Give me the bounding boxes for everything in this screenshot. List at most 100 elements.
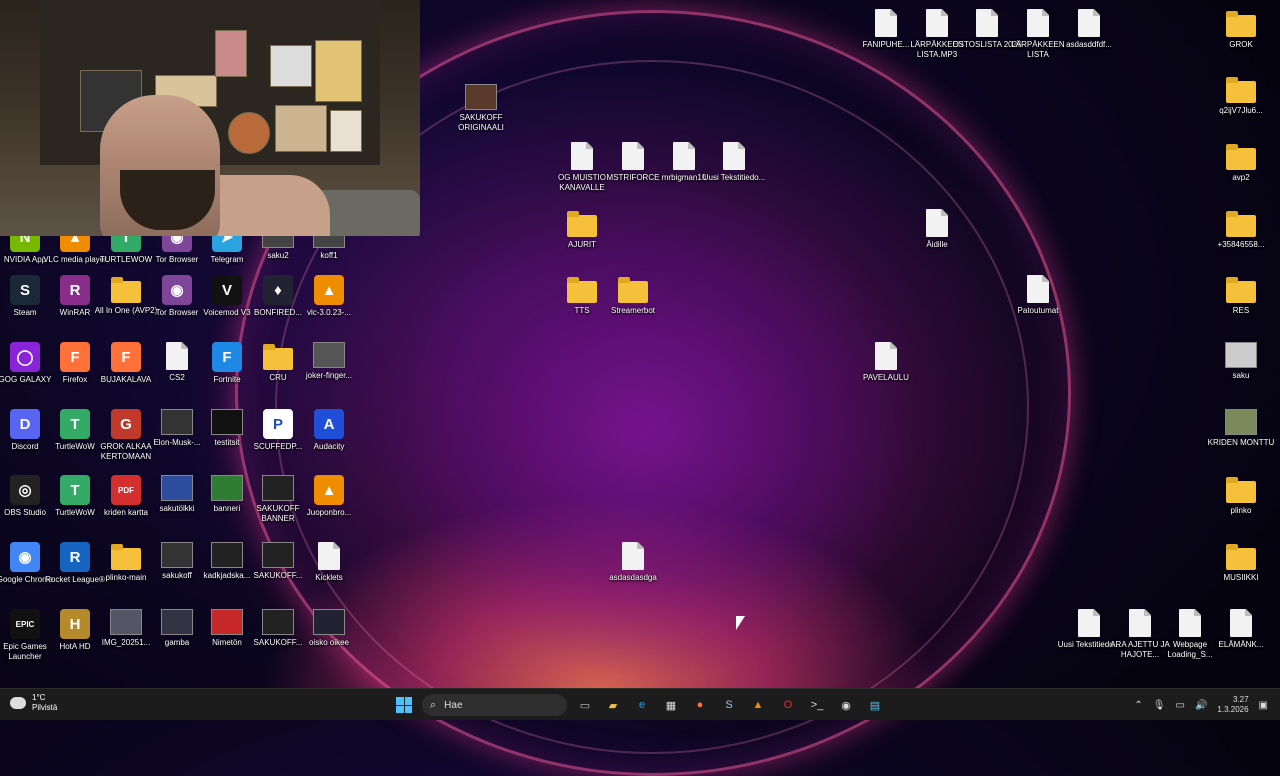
app-icon: A — [314, 409, 344, 439]
desktop-icon-label: Uusi Tekstitiedo... — [702, 173, 766, 182]
desktop-icon-label: Audacity — [313, 442, 345, 451]
desktop-icon[interactable]: +35846558... — [1216, 209, 1266, 250]
clock-time: 3.27 — [1232, 695, 1249, 704]
folder-icon — [1226, 77, 1256, 103]
desktop-icon[interactable]: saku — [1216, 342, 1266, 381]
folder-icon — [618, 277, 648, 303]
image-thumbnail-icon — [211, 475, 243, 501]
desktop-icon-label: Äidille — [926, 240, 948, 249]
volume-icon[interactable]: 🔊 — [1195, 700, 1207, 711]
document-icon — [166, 342, 188, 370]
desktop-icon[interactable]: Webpage Loading_S... — [1165, 609, 1215, 660]
edge-taskbar-icon[interactable]: e — [632, 695, 652, 715]
desktop-icon[interactable]: SAKUKOFF ORIGINAALI — [456, 84, 506, 133]
desktop-icon[interactable]: asdasdasdga — [608, 542, 658, 583]
desktop-icon[interactable]: oisko oikee — [304, 609, 354, 648]
desktop-icon[interactable]: G GROK ALKAA KERTOMAAN — [100, 409, 152, 462]
webcam-overlay — [0, 0, 420, 236]
taskbar: 1°C Pilvistä ⌕ Hae ▭ ▰ e ▦ ● S ▲ O >_ ◉ ▤ ⌃ 🎙 ▭ 🔊 … — [0, 688, 1280, 720]
desktop-icon[interactable]: plinko — [1216, 475, 1266, 516]
store-taskbar-icon[interactable]: ▦ — [661, 695, 681, 715]
desktop-icon[interactable]: ELÄMÄNK... — [1216, 609, 1266, 650]
windows-logo-icon — [396, 705, 404, 713]
steam-taskbar-icon[interactable]: S — [719, 695, 739, 715]
windows-logo-icon — [396, 697, 404, 705]
image-thumbnail-icon — [161, 542, 193, 568]
desktop-icon[interactable]: GROK — [1216, 9, 1266, 50]
document-icon — [622, 142, 644, 170]
notification-icon[interactable]: ▣ — [1259, 700, 1268, 711]
folder-icon — [111, 277, 141, 303]
desktop-icon[interactable]: Uusi Tekstitiedo... — [703, 142, 765, 183]
weather-widget[interactable]: 1°C Pilvistä — [10, 693, 57, 713]
webcam-poster — [270, 45, 312, 87]
desktop-icon[interactable]: A Audacity — [304, 409, 354, 452]
app-icon: D — [10, 409, 40, 439]
app-icon: EPIC — [10, 609, 40, 639]
document-icon — [1078, 9, 1100, 37]
weather-text: 1°C Pilvistä — [32, 693, 57, 713]
desktop-icon[interactable]: LÄRPÄKKEEN LISTA — [1011, 9, 1065, 60]
desktop-icon[interactable]: AJURIT — [557, 209, 607, 250]
vlc-taskbar-icon[interactable]: ▲ — [748, 695, 768, 715]
clock[interactable]: 3.27 1.3.2026 — [1217, 695, 1248, 715]
network-icon[interactable]: ▭ — [1176, 700, 1185, 711]
app-icon: ◉ — [10, 542, 40, 572]
desktop-icon-label: SAKUKOFF ORIGINAALI — [458, 113, 504, 132]
desktop-icon[interactable]: q2ijV7Jlu6... — [1216, 75, 1266, 116]
desktop-icon[interactable]: KRIDEN MONTTU — [1208, 409, 1274, 448]
webcam-poster — [228, 112, 270, 154]
image-thumbnail-icon — [262, 475, 294, 501]
desktop-icon[interactable]: Streamerbot — [608, 275, 658, 316]
webcam-poster — [315, 40, 362, 102]
file-explorer-taskbar-icon[interactable]: ▰ — [603, 695, 623, 715]
image-thumbnail-icon — [1225, 342, 1257, 368]
desktop-icon-label: Patoutumat — [1017, 306, 1059, 315]
desktop-icon[interactable]: ▲ Juoponbro... — [304, 475, 354, 518]
search-placeholder: Hae — [444, 699, 463, 711]
app-icon: P — [263, 409, 293, 439]
app-icon: F — [111, 342, 141, 372]
image-thumbnail-icon — [262, 609, 294, 635]
notepad-taskbar-icon[interactable]: ▤ — [865, 695, 885, 715]
app-icon: F — [60, 342, 90, 372]
opera-taskbar-icon[interactable]: O — [778, 695, 798, 715]
task-view-taskbar-icon[interactable]: ▭ — [575, 695, 595, 715]
desktop-icon[interactable]: PAVELAULU — [861, 342, 911, 383]
weather-desc: Pilvistä — [32, 703, 58, 712]
image-thumbnail-icon — [211, 542, 243, 568]
firefox-taskbar-icon[interactable]: ● — [690, 695, 710, 715]
folder-icon — [1226, 277, 1256, 303]
desktop-icon[interactable]: Patoutumat — [1013, 275, 1063, 316]
start-button[interactable] — [396, 697, 412, 713]
desktop-icon[interactable]: RES — [1216, 275, 1266, 316]
image-thumbnail-icon — [211, 409, 243, 435]
desktop-icon[interactable]: MUSIIKKI — [1216, 542, 1266, 583]
desktop-icon[interactable]: OG MUISTIO KANAVALLE — [557, 142, 607, 193]
terminal-taskbar-icon[interactable]: >_ — [807, 695, 827, 715]
windows-logo-icon — [404, 705, 412, 713]
webcam-poster — [215, 30, 247, 77]
microphone-icon[interactable]: 🎙 — [1153, 700, 1166, 711]
desktop-icon[interactable]: asdasddfdf... — [1064, 9, 1114, 50]
desktop-icon[interactable]: avp2 — [1216, 142, 1266, 183]
desktop-icon[interactable]: Äidille — [912, 209, 962, 250]
document-icon — [1027, 9, 1049, 37]
app-icon: T — [60, 409, 90, 439]
desktop-icon[interactable]: ▲ vlc-3.0.23-... — [304, 275, 354, 318]
image-thumbnail-icon — [161, 409, 193, 435]
search-icon: ⌕ — [430, 698, 437, 711]
desktop-icon[interactable]: Kicklets — [304, 542, 354, 583]
desktop-icon[interactable]: LÄRPÄKKEEN LISTA.MP3 — [910, 9, 964, 60]
desktop-icon-label: oisko oikee — [308, 638, 350, 647]
document-icon — [976, 9, 998, 37]
document-icon — [926, 9, 948, 37]
image-thumbnail-icon — [161, 475, 193, 501]
desktop-icon[interactable]: EPIC Epic Games Launcher — [0, 609, 50, 662]
desktop-icon[interactable]: joker-finger... — [304, 342, 354, 381]
desktop-icon-label: plinko — [1230, 506, 1252, 515]
document-icon — [1129, 609, 1151, 637]
taskbar-search[interactable]: ⌕ Hae — [422, 694, 567, 716]
chrome-taskbar-icon[interactable]: ◉ — [836, 695, 856, 715]
chevron-up-icon[interactable]: ⌃ — [1134, 700, 1142, 711]
